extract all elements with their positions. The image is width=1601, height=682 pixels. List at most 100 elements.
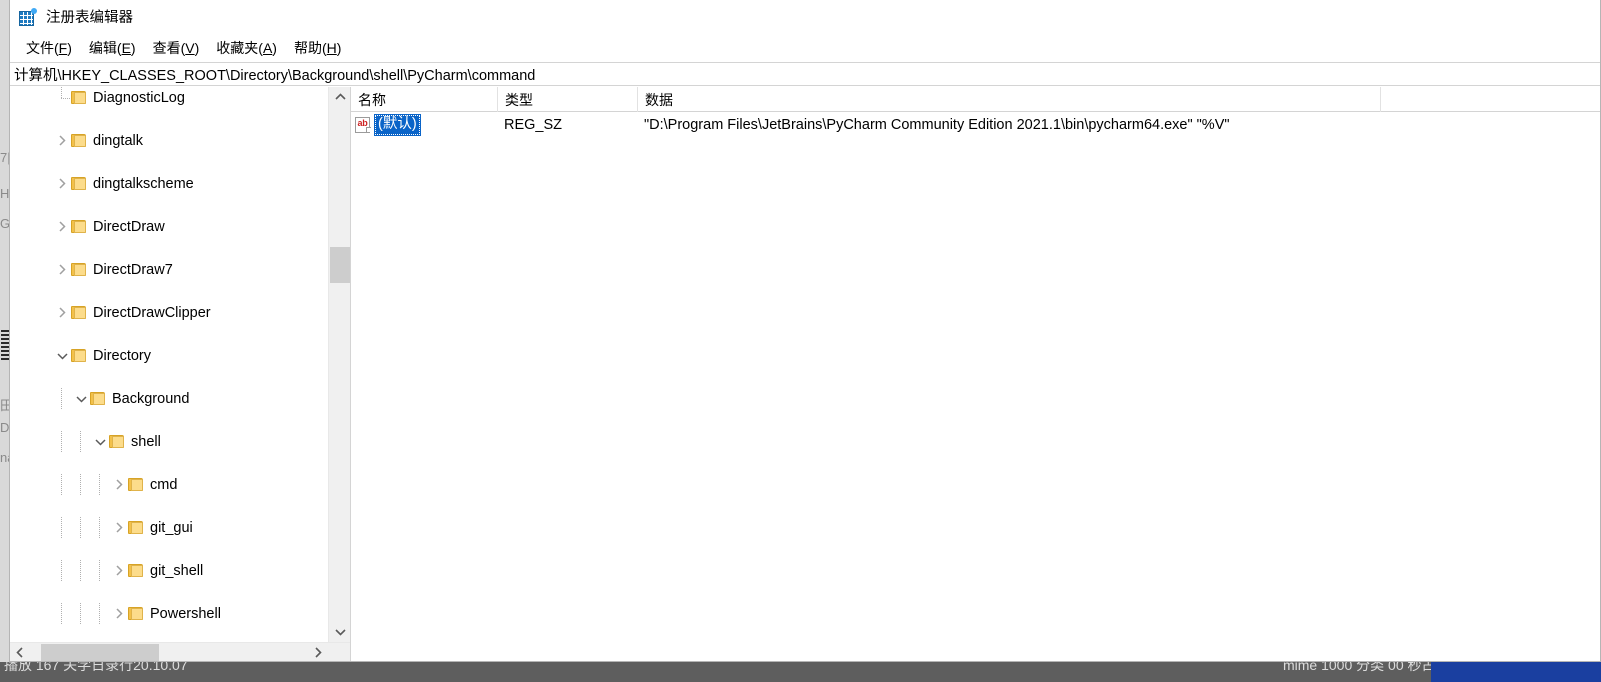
registry-tree[interactable]: DiagnosticLog dingtalk dingtalkscheme Direc… [10,87,328,642]
tree-item-dingtalk[interactable]: dingtalk [10,130,328,152]
chevron-right-icon[interactable] [54,302,70,324]
tree-guide-line [80,517,81,539]
chevron-right-icon[interactable] [54,130,70,152]
tree-item-label: shell [131,434,161,450]
chevron-down-icon[interactable] [73,388,89,410]
tree-guide-line [61,431,62,453]
menu-edit[interactable]: 编辑(E) [81,36,145,60]
tree-vertical-scroll-thumb[interactable] [330,247,350,283]
tree-vertical-scrollbar[interactable] [328,87,350,642]
folder-icon [71,91,86,104]
tree-guide-line [61,517,62,539]
tree-item-powershell[interactable]: Powershell [10,603,328,625]
scroll-down-icon[interactable] [329,622,350,642]
taskbar-left-text: 播放 167 关学日录行20.10.07 [4,662,188,673]
menu-file[interactable]: 文件(F) [18,36,81,60]
tree-guide-line [99,603,100,625]
registry-editor-icon [18,8,38,28]
value-data-cell: "D:\Program Files\JetBrains\PyCharm Comm… [644,117,1230,133]
window-title: 注册表编辑器 [46,9,133,26]
tree-item-label: cmd [150,477,178,493]
tree-guide-line [80,603,81,625]
tree-guide-line [80,560,81,582]
tree-item-label: DirectDraw [93,219,165,235]
menu-favorites[interactable]: 收藏夹(A) [208,36,286,60]
address-bar[interactable]: 计算机\HKEY_CLASSES_ROOT\Directory\Backgrou… [10,62,1600,86]
tree-elbow [61,98,70,99]
tree-item-label: Directory [93,348,152,364]
folder-icon [128,521,143,534]
chevron-down-icon[interactable] [54,345,70,367]
folder-icon [128,607,143,620]
tree-guide-line [80,431,81,453]
chevron-right-icon[interactable] [54,259,70,281]
taskbar-accent-block [1431,662,1601,682]
chevron-right-icon[interactable] [111,474,127,496]
tree-guide-line [61,474,62,496]
value-name: (默认) [374,114,421,136]
folder-icon [71,177,86,190]
tree-guide-line [61,560,62,582]
folder-icon [90,392,105,405]
tree-item-cmd[interactable]: cmd [10,474,328,496]
tree-item-git-shell[interactable]: git_shell [10,560,328,582]
tree-item-directdrawclipper[interactable]: DirectDrawClipper [10,302,328,324]
menu-view[interactable]: 查看(V) [145,36,209,60]
tree-item-label: DiagnosticLog [93,90,185,106]
tree-horizontal-scroll-thumb[interactable] [41,644,159,661]
column-header-data[interactable]: 数据 [637,87,1380,112]
folder-icon [71,220,86,233]
tree-elbow-vertical [61,87,62,98]
string-value-icon: ab [355,117,372,133]
value-row[interactable]: ab (默认) REG_SZ "D:\Program Files\JetBrains\… [351,112,1600,138]
tree-guide-line [99,517,100,539]
folder-icon [71,349,86,362]
chevron-right-icon[interactable] [111,560,127,582]
tree-item-label: dingtalk [93,133,143,149]
chevron-down-icon[interactable] [92,431,108,453]
folder-icon [128,478,143,491]
registry-tree-pane: DiagnosticLog dingtalk dingtalkscheme Direc… [10,87,351,661]
chevron-right-icon[interactable] [111,517,127,539]
tree-item-label: DirectDraw7 [93,262,173,278]
tree-item-directdraw[interactable]: DirectDraw [10,216,328,238]
title-bar: 注册表编辑器 [10,0,1600,36]
tree-item-directdraw7[interactable]: DirectDraw7 [10,259,328,281]
value-name-cell[interactable]: ab (默认) [355,112,421,138]
tree-item-dingtalkscheme[interactable]: dingtalkscheme [10,173,328,195]
chevron-right-icon[interactable] [54,173,70,195]
registry-path: 计算机\HKEY_CLASSES_ROOT\Directory\Backgrou… [14,67,536,84]
registry-values-pane: 名称 类型 数据 ab (默认) REG_SZ "D:\Program Files\J… [351,87,1600,661]
tree-horizontal-scrollbar[interactable] [10,642,350,661]
tree-item-diagnosticlog[interactable]: DiagnosticLog [10,87,328,109]
values-list[interactable]: ab (默认) REG_SZ "D:\Program Files\JetBrains\… [351,112,1600,661]
column-divider[interactable] [1380,87,1381,112]
column-header-name[interactable]: 名称 [351,87,497,112]
tree-item-background[interactable]: Background [10,388,328,410]
chevron-right-icon[interactable] [111,603,127,625]
scroll-right-icon[interactable] [308,643,328,661]
tree-item-label: git_shell [150,563,204,579]
taskbar-right-text: mime 1000 分类 00 秒占日 [1283,662,1450,673]
values-column-headers: 名称 类型 数据 [351,87,1600,112]
tree-item-label: DirectDrawClipper [93,305,211,321]
folder-icon [71,263,86,276]
folder-icon [71,306,86,319]
tree-item-shell[interactable]: shell [10,431,328,453]
tree-guide-line [99,474,100,496]
scroll-left-icon[interactable] [10,643,30,661]
scroll-up-icon[interactable] [329,87,350,107]
content-area: DiagnosticLog dingtalk dingtalkscheme Direc… [10,87,1600,661]
tree-guide-line [99,560,100,582]
tree-item-label: git_gui [150,520,193,536]
tree-item-directory[interactable]: Directory [10,345,328,367]
chevron-right-icon[interactable] [54,216,70,238]
value-type-cell: REG_SZ [504,117,563,133]
menu-help[interactable]: 帮助(H) [286,36,350,60]
menu-bar: 文件(F) 编辑(E) 查看(V) 收藏夹(A) 帮助(H) [10,36,1600,60]
folder-icon [71,134,86,147]
registry-editor-window: 注册表编辑器 文件(F) 编辑(E) 查看(V) 收藏夹(A) 帮助(H) 计算… [9,0,1601,662]
tree-item-git-gui[interactable]: git_gui [10,517,328,539]
column-header-type[interactable]: 类型 [497,87,637,112]
tree-item-label: Background [112,391,190,407]
